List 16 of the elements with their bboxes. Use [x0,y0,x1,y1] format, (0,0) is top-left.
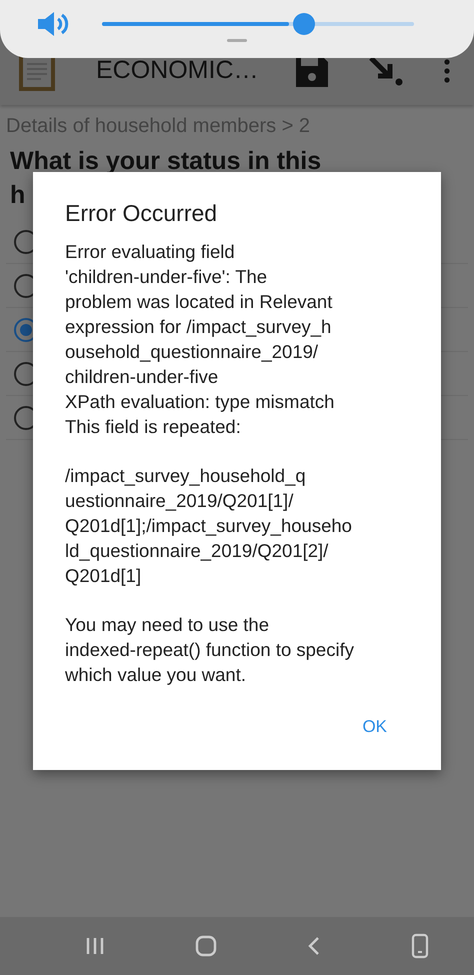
home-icon[interactable] [195,935,217,957]
recent-apps-icon[interactable] [85,937,105,955]
phone-icon[interactable] [411,933,429,959]
more-options-icon[interactable] [444,58,450,82]
ok-button[interactable]: OK [354,711,395,743]
slider-thumb[interactable] [292,13,315,35]
error-message: Error evaluating field 'children-under-five': The problem was located in Relevant expression for /impact_survey_h ousehold_questionnaire_2019/ children-under-five XPath evaluation: type mismatch This field is repeated: [65,240,336,439]
question-text: h [10,182,26,208]
app-title: ECONOMIC… [96,56,260,85]
speaker-icon[interactable] [36,10,70,38]
drag-handle[interactable] [227,39,247,42]
error-message: You may need to use the indexed-repeat() function to specify which value you want. [65,613,355,687]
error-message: /impact_survey_household_q uestionnaire_2019/Q201[1]/ Q201d[1];/impact_survey_househo ld_questionnaire_2019/Q201[2]/ Q201d[1] [65,464,353,588]
back-icon[interactable] [307,936,321,956]
question-text: What is your status in this [10,148,322,174]
dialog-title: Error Occurred [65,200,218,227]
